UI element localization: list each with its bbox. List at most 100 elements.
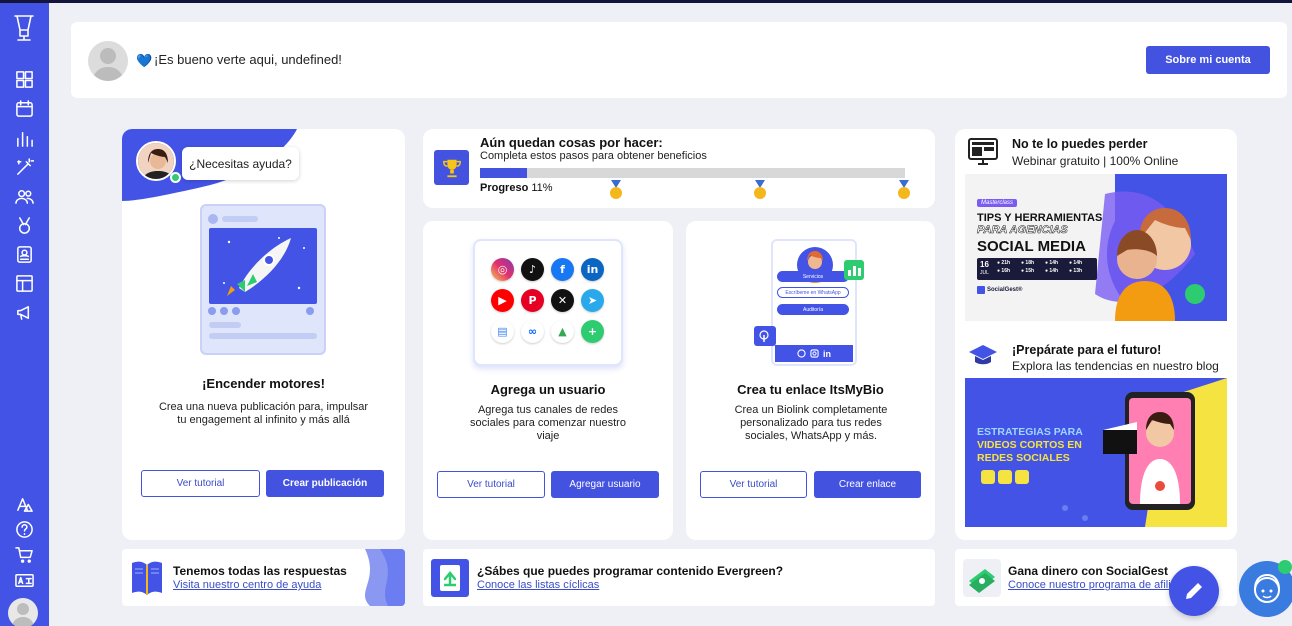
add-user-button[interactable]: Agregar usuario xyxy=(551,471,659,498)
add-icon: + xyxy=(581,320,604,343)
blog-banner-line-3: REDES SOCIALES xyxy=(977,452,1070,464)
youtube-icon: ▶ xyxy=(491,289,514,312)
instagram-icon xyxy=(981,470,995,484)
cart-icon[interactable] xyxy=(12,542,36,566)
banner-brand-text: SocialGest® xyxy=(987,287,1023,293)
card-title: Agrega un usuario xyxy=(490,382,606,397)
banner-date-day: 16 xyxy=(980,260,989,269)
banner-time: ● 14h xyxy=(1045,268,1059,274)
medal-icon xyxy=(610,180,622,199)
add-user-card: ◎ ♪ f in ▶ P ✕ ➤ ▤ ∞ ▲ + Agrega un usuario Agrega t… xyxy=(423,221,673,540)
welcome-header: 💙 ¡Es bueno verte aqui, undefined! Sobre… xyxy=(71,22,1287,98)
linkedin-icon: in xyxy=(823,348,831,359)
telegram-icon: ➤ xyxy=(581,289,604,312)
book-icon xyxy=(132,561,162,595)
banner-brand: SocialGest® xyxy=(977,286,1022,294)
chat-online-icon xyxy=(1278,560,1292,574)
progress-readout: Progreso 11% xyxy=(480,182,553,194)
medal-icon[interactable] xyxy=(12,213,36,237)
language-icon[interactable] xyxy=(12,568,36,592)
users-icon[interactable] xyxy=(12,184,36,208)
help-strip-title: Tenemos todas las respuestas xyxy=(173,564,347,578)
medal-icon xyxy=(754,180,766,199)
support-agent-icon xyxy=(1254,573,1280,603)
top-edge xyxy=(0,0,1292,3)
translate-alert-icon[interactable] xyxy=(12,492,36,516)
tiktok-icon xyxy=(998,470,1012,484)
help-icon[interactable] xyxy=(12,517,36,541)
help-bubble[interactable]: ¿Necesitas ayuda? xyxy=(182,147,299,180)
progress-bar xyxy=(480,168,905,178)
biolink-illustration: Servicios Escríbeme en WhatsApp Auditoría … xyxy=(771,239,857,366)
card-description: Crea un Biolink completamente personaliz… xyxy=(734,404,888,442)
banner-time: ● 18h xyxy=(1021,260,1035,266)
create-link-button[interactable]: Crear enlace xyxy=(814,471,921,498)
card-description: Agrega tus canales de redes sociales par… xyxy=(470,404,626,442)
blog-banner-icons xyxy=(981,470,1029,484)
x-icon: ✕ xyxy=(551,289,574,312)
recycle-doc-icon xyxy=(431,559,469,597)
webinar-banner[interactable]: Masterclass TIPS Y HERRAMIENTAS PARA AGE… xyxy=(965,174,1227,321)
banner-time: ● 14h xyxy=(1045,260,1059,266)
biolink-socials-bar: in xyxy=(775,345,853,362)
shorts-icon xyxy=(1015,470,1029,484)
account-button[interactable]: Sobre mi cuenta xyxy=(1146,46,1270,74)
banner-time: ● 13h xyxy=(1069,268,1083,274)
cyclic-lists-link[interactable]: Conoce las listas cíclicas xyxy=(477,579,599,591)
banner-line-1: TIPS Y HERRAMIENTAS xyxy=(977,212,1103,224)
graduation-cap-icon xyxy=(969,345,997,365)
rocket-illustration xyxy=(200,204,326,355)
heart-icon: 💙 xyxy=(136,53,153,68)
tutorial-button[interactable]: Ver tutorial xyxy=(437,471,545,498)
compose-button[interactable] xyxy=(1169,566,1219,616)
stats-icon xyxy=(844,260,864,280)
progress-card: Aún quedan cosas por hacer: Completa est… xyxy=(423,129,935,208)
webinar-subtitle: Webinar gratuito | 100% Online xyxy=(1012,154,1179,168)
banner-schedule: 16 JUL ● 21h ● 18h ● 14h ● 14h ● 16h ● 15h ● 1… xyxy=(977,258,1097,280)
google-business-icon: ▤ xyxy=(491,320,514,343)
evergreen-strip: ¿Sábes que puedes programar contenido Ev… xyxy=(423,549,935,606)
meta-icon: ∞ xyxy=(521,320,544,343)
promo-card: No te lo puedes perder Webinar gratuito … xyxy=(955,129,1237,540)
welcome-message: ¡Es bueno verte aqui, undefined! xyxy=(154,52,342,67)
money-icon xyxy=(963,559,1001,597)
banner-date-month: JUL xyxy=(980,270,989,276)
create-post-button[interactable]: Crear publicación xyxy=(266,470,384,497)
blog-banner[interactable]: ESTRATEGIAS PARA VIDEOS CORTOS EN REDES … xyxy=(965,378,1227,527)
social-icons-illustration: ◎ ♪ f in ▶ P ✕ ➤ ▤ ∞ ▲ + xyxy=(473,239,623,366)
touch-icon xyxy=(754,326,776,346)
blog-subtitle: Explora las tendencias en nuestro blog xyxy=(1012,359,1219,373)
facebook-icon: f xyxy=(551,258,574,281)
card-title: ¡Encender motores! xyxy=(202,376,325,391)
banner-time: ● 14h xyxy=(1069,260,1083,266)
dashboard-icon[interactable] xyxy=(12,67,36,91)
tutorial-button[interactable]: Ver tutorial xyxy=(700,471,807,498)
help-center-link[interactable]: Visita nuestro centro de ayuda xyxy=(173,579,321,591)
affiliate-title: Gana dinero con SocialGest xyxy=(1008,564,1169,578)
tiktok-icon: ♪ xyxy=(521,258,544,281)
calendar-icon[interactable] xyxy=(12,96,36,120)
blog-title: ¡Prepárate para el futuro! xyxy=(1012,343,1162,357)
analytics-icon[interactable] xyxy=(12,126,36,150)
medal-icon xyxy=(898,180,910,199)
megaphone-icon[interactable] xyxy=(12,300,36,324)
whatsapp-icon xyxy=(797,349,806,358)
sidebar xyxy=(0,3,49,626)
biolink-mock-link: Auditoría xyxy=(777,304,849,315)
magic-wand-icon[interactable] xyxy=(12,155,36,179)
tutorial-button[interactable]: Ver tutorial xyxy=(141,470,260,497)
banner-tag: Masterclass xyxy=(977,199,1018,207)
instagram-icon: ◎ xyxy=(491,258,514,281)
profile-card-icon[interactable] xyxy=(12,242,36,266)
linkedin-icon: in xyxy=(581,258,604,281)
card-title: Crea tu enlace ItsMyBio xyxy=(737,382,884,397)
biolink-mock-link: Escríbeme en WhatsApp xyxy=(777,287,849,298)
trophy-icon xyxy=(434,150,469,185)
affiliate-program-link[interactable]: Conoce nuestro programa de afili xyxy=(1008,579,1171,591)
logo-icon[interactable] xyxy=(11,13,37,43)
banner-line-3: SOCIAL MEDIA xyxy=(977,238,1086,255)
layout-icon[interactable] xyxy=(12,271,36,295)
user-avatar[interactable] xyxy=(8,598,38,626)
webinar-title: No te lo puedes perder xyxy=(1012,137,1148,151)
evergreen-title: ¿Sábes que puedes programar contenido Ev… xyxy=(477,564,784,578)
